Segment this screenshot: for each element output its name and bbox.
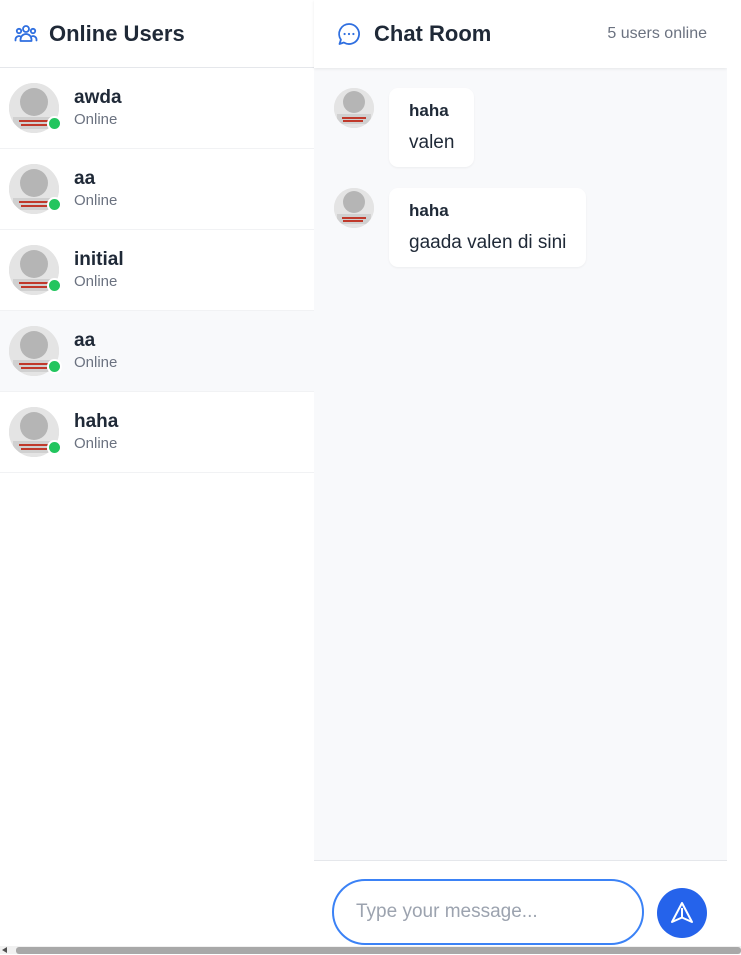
message-composer: [314, 860, 727, 955]
online-status-dot: [47, 116, 62, 131]
message-bubble: haha valen: [389, 88, 475, 167]
page-edge: [727, 0, 741, 954]
avatar: [334, 88, 374, 128]
scrollbar-thumb[interactable]: [16, 947, 741, 954]
user-name: initial: [74, 249, 124, 270]
user-list-item[interactable]: awda Online: [0, 68, 314, 149]
avatar: [9, 83, 62, 133]
avatar: [9, 407, 62, 457]
message-sender: haha: [409, 101, 449, 120]
user-status: Online: [74, 354, 118, 371]
message-list: haha valen haha gaada valen di sini: [314, 68, 727, 860]
sidebar-title: Online Users: [49, 20, 185, 46]
avatar: [9, 164, 62, 214]
online-status-dot: [47, 278, 62, 293]
users-icon: [14, 24, 38, 42]
user-list-item[interactable]: aa Online: [0, 149, 314, 230]
user-name: aa: [74, 330, 96, 351]
chat-panel: Chat Room 5 users online haha valen haha…: [314, 0, 727, 955]
online-users-sidebar: Online Users awda Online aa Online initi…: [0, 0, 315, 954]
send-icon: [671, 902, 693, 923]
message-sender: haha: [409, 201, 449, 220]
online-status-dot: [47, 440, 62, 455]
avatar: [334, 188, 374, 228]
user-list-item[interactable]: initial Online: [0, 230, 314, 311]
user-status: Online: [74, 273, 118, 290]
user-status: Online: [74, 192, 118, 209]
send-button[interactable]: [657, 888, 707, 938]
user-status: Online: [74, 111, 118, 128]
avatar: [9, 326, 62, 376]
online-status-dot: [47, 359, 62, 374]
message-text: valen: [409, 132, 455, 153]
user-status: Online: [74, 435, 118, 452]
chat-header: Chat Room 5 users online: [314, 0, 727, 68]
horizontal-scrollbar[interactable]: [0, 946, 741, 954]
chat-title: Chat Room: [374, 21, 492, 46]
online-count: 5 users online: [607, 25, 707, 42]
message-item: haha valen: [334, 88, 475, 167]
user-name: awda: [74, 87, 122, 108]
avatar: [9, 245, 62, 295]
user-list-item[interactable]: aa Online: [0, 311, 314, 392]
message-input[interactable]: [332, 879, 644, 945]
sidebar-header: Online Users: [0, 0, 314, 68]
message-item: haha gaada valen di sini: [334, 188, 587, 267]
chat-bubble-icon: [338, 23, 360, 45]
online-status-dot: [47, 197, 62, 212]
user-list: awda Online aa Online initial Online aa …: [0, 68, 314, 473]
message-text: gaada valen di sini: [409, 232, 567, 253]
message-bubble: haha gaada valen di sini: [389, 188, 587, 267]
scroll-left-icon[interactable]: [2, 947, 7, 953]
user-name: haha: [74, 411, 119, 432]
user-name: aa: [74, 168, 96, 189]
user-list-item[interactable]: haha Online: [0, 392, 314, 473]
